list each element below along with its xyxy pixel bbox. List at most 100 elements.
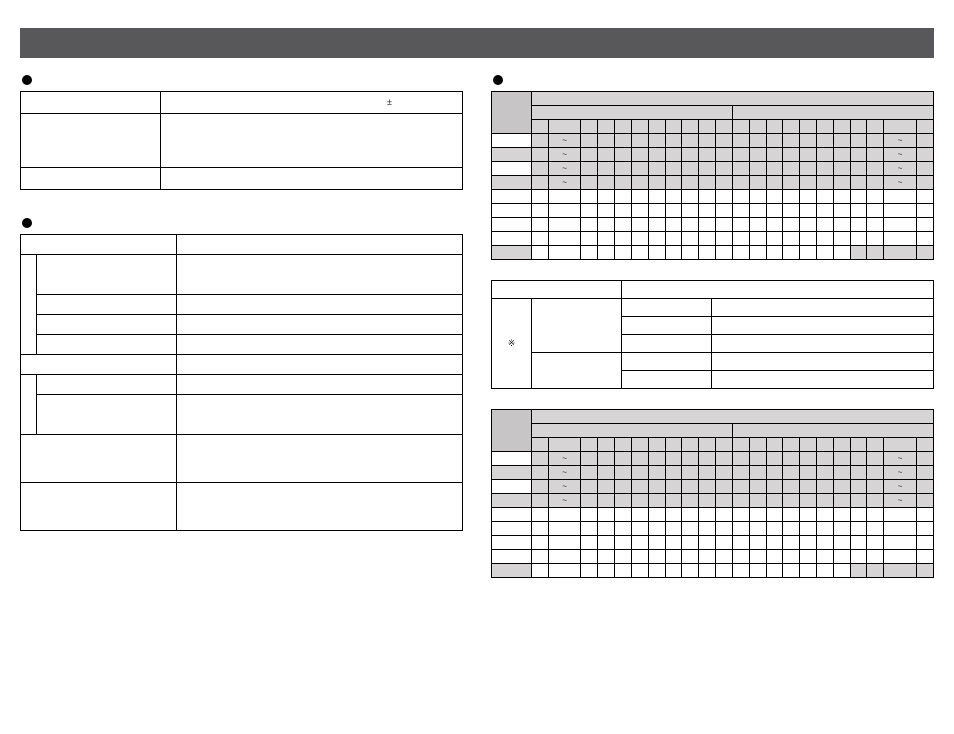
grid-cell <box>532 451 549 465</box>
grid-cell <box>631 465 648 479</box>
grid-cell <box>833 507 850 521</box>
grid-cell <box>699 189 716 203</box>
grid-cell <box>716 231 733 245</box>
grid-cell <box>716 175 733 189</box>
grid-cell <box>716 217 733 231</box>
grid-cell <box>749 133 766 147</box>
grid-cell <box>682 245 699 259</box>
grid-cell: ~ <box>884 175 917 189</box>
grid-cell <box>817 493 834 507</box>
grid-cell <box>916 507 933 521</box>
grid-cell <box>800 493 817 507</box>
grid-cell <box>884 245 917 259</box>
grid-cell <box>732 479 749 493</box>
grid-cell <box>532 231 549 245</box>
grid-cell <box>581 563 598 577</box>
grid-cell <box>817 563 834 577</box>
grid-cell <box>598 133 615 147</box>
s2-groupB-side <box>21 375 37 435</box>
grid-cell <box>631 549 648 563</box>
grid-subhead <box>699 119 716 133</box>
t2-r2-b <box>712 334 934 352</box>
grid-cell <box>631 521 648 535</box>
grid-cell: ~ <box>548 147 581 161</box>
grid-cell <box>850 245 867 259</box>
grid-cell <box>631 535 648 549</box>
grid-subhead <box>766 119 783 133</box>
grid-cell <box>783 147 800 161</box>
grid-cell <box>548 245 581 259</box>
grid-cell <box>916 493 933 507</box>
grid-cell <box>548 217 581 231</box>
grid-cell <box>615 493 632 507</box>
grid-cell <box>699 133 716 147</box>
t2-sub-a <box>532 298 622 352</box>
grid-cell <box>665 479 682 493</box>
grid-subhead <box>548 437 581 451</box>
grid-cell <box>749 549 766 563</box>
grid-cell <box>631 245 648 259</box>
grid-cell <box>749 465 766 479</box>
grid-cell <box>631 563 648 577</box>
t2-r4-a <box>622 370 712 388</box>
grid-cell <box>665 175 682 189</box>
grid-cell: ~ <box>548 451 581 465</box>
grid-subhead <box>648 119 665 133</box>
grid-cell <box>833 175 850 189</box>
grid-cell <box>615 563 632 577</box>
grid-cell <box>648 217 665 231</box>
grid-cell <box>598 465 615 479</box>
grid-subhead <box>783 437 800 451</box>
grid-header-right <box>732 105 933 119</box>
s1-r2-label <box>21 167 161 189</box>
grid-subhead <box>631 119 648 133</box>
grid-cell <box>631 217 648 231</box>
s1-r0-label <box>21 91 161 113</box>
grid-cell <box>916 549 933 563</box>
grid-cell <box>749 189 766 203</box>
grid-cell <box>615 175 632 189</box>
grid-subhead <box>665 119 682 133</box>
grid-cell: ~ <box>548 161 581 175</box>
left-column: ± <box>20 68 463 598</box>
grid-cell <box>749 217 766 231</box>
grid-header-top <box>532 409 934 423</box>
grid-cell <box>884 189 917 203</box>
grid-cell <box>732 217 749 231</box>
grid-cell <box>532 507 549 521</box>
grid-cell <box>916 147 933 161</box>
s2-groupB-title <box>21 355 177 375</box>
grid-cell <box>631 175 648 189</box>
s2-a-r0-l <box>37 255 177 295</box>
grid-cell <box>532 133 549 147</box>
grid-subhead <box>817 119 834 133</box>
grid-cell <box>850 549 867 563</box>
bullet-icon <box>22 218 32 228</box>
grid-cell: ~ <box>884 133 917 147</box>
grid-cell <box>699 493 716 507</box>
grid-cell <box>532 535 549 549</box>
grid-cell <box>783 535 800 549</box>
grid-cell <box>532 549 549 563</box>
grid-cell <box>833 231 850 245</box>
grid-cell <box>532 147 549 161</box>
header-bar <box>20 28 934 58</box>
grid-cell <box>716 479 733 493</box>
grid-cell <box>732 189 749 203</box>
grid-cell <box>833 535 850 549</box>
t2-sub-b <box>532 352 622 388</box>
t2-h2 <box>622 280 934 298</box>
grid-cell <box>716 133 733 147</box>
grid-subhead <box>581 119 598 133</box>
grid-cell <box>665 563 682 577</box>
grid-cell <box>800 465 817 479</box>
grid-cell <box>817 549 834 563</box>
grid-subhead <box>682 437 699 451</box>
grid-cell <box>766 217 783 231</box>
grid-cell <box>783 217 800 231</box>
grid-cell <box>548 507 581 521</box>
grid-cell <box>598 563 615 577</box>
grid-cell: ~ <box>548 479 581 493</box>
grid-cell <box>716 465 733 479</box>
grid-cell <box>581 147 598 161</box>
